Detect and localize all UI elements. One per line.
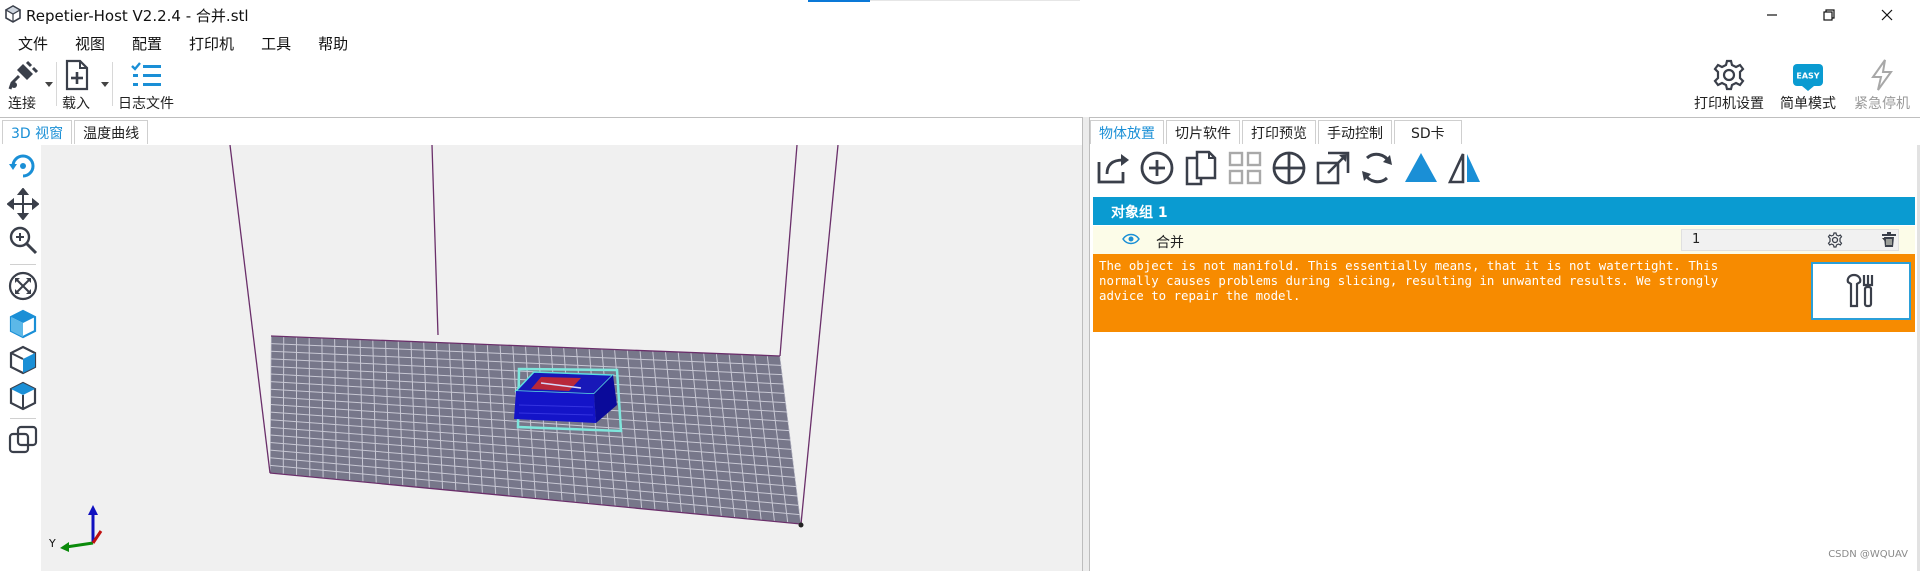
axis-gizmo: Y — [48, 505, 103, 552]
repair-model-button[interactable] — [1811, 262, 1911, 320]
restore-icon — [1823, 9, 1835, 21]
toolbar-divider — [0, 117, 1920, 118]
origin-marker — [798, 522, 804, 528]
lightning-icon — [1871, 59, 1893, 91]
iso-view-icon[interactable] — [7, 308, 39, 340]
toolbar-separator — [112, 62, 113, 106]
3d-viewport[interactable]: Y — [41, 145, 1082, 571]
app-logo-icon — [4, 5, 22, 23]
toolbar-separator — [56, 62, 57, 106]
watermark: CSDN @WQUAV — [1828, 549, 1908, 560]
eye-icon[interactable] — [1122, 232, 1140, 246]
printer-settings-button[interactable]: 打印机设置 — [1690, 56, 1768, 114]
tab-temperature-curve[interactable]: 温度曲线 — [74, 120, 149, 144]
left-tab-bar: 3D 视窗 温度曲线 — [2, 120, 150, 144]
right-tab-bar: 物体放置 切片软件 打印预览 手动控制 SD卡 — [1090, 120, 1464, 144]
easy-mode-label: 简单模式 — [1780, 96, 1836, 112]
mirror-object-icon[interactable] — [1447, 150, 1483, 186]
panel-splitter[interactable] — [1082, 117, 1090, 571]
add-object-icon[interactable] — [1139, 150, 1175, 186]
easy-mode-badge-icon: EASY — [1793, 64, 1823, 91]
log-button[interactable]: 日志文件 — [115, 56, 177, 114]
log-label: 日志文件 — [118, 96, 174, 112]
easy-mode-button[interactable]: EASY 简单模式 — [1775, 56, 1841, 114]
window-title: Repetier-Host V2.2.4 - 合并.stl — [26, 7, 249, 25]
copies-value: 1 — [1692, 232, 1701, 247]
land-object-icon[interactable] — [1403, 150, 1439, 186]
rotate-icon[interactable] — [7, 150, 39, 182]
menu-view[interactable]: 视图 — [58, 30, 115, 56]
emergency-stop-button[interactable]: 紧急停机 — [1850, 56, 1914, 114]
title-accent-line — [808, 0, 870, 2]
minimize-button[interactable] — [1743, 0, 1801, 30]
close-icon — [1881, 9, 1893, 21]
parallel-projection-icon[interactable] — [7, 424, 39, 456]
printer-settings-label: 打印机设置 — [1694, 96, 1764, 112]
fit-view-icon[interactable] — [7, 270, 39, 302]
menu-file[interactable]: 文件 — [0, 30, 58, 56]
gear-icon — [1713, 59, 1745, 91]
object-group-header[interactable]: 对象组 1 — [1093, 197, 1915, 225]
close-button[interactable] — [1858, 0, 1916, 30]
object-copies-select[interactable]: 1 — [1681, 229, 1899, 251]
menu-config[interactable]: 配置 — [115, 30, 172, 56]
title-accent-line-grey — [870, 0, 1080, 1]
menu-bar: 文件 视图 配置 打印机 工具 帮助 — [0, 30, 358, 56]
object-settings-gear-icon[interactable] — [1827, 232, 1843, 248]
maximize-button[interactable] — [1800, 0, 1858, 30]
menu-tools[interactable]: 工具 — [244, 30, 301, 56]
load-label: 载入 — [62, 96, 90, 112]
connect-dropdown-icon[interactable] — [45, 82, 53, 88]
menu-printer[interactable]: 打印机 — [172, 30, 244, 56]
center-object-icon[interactable] — [1271, 150, 1307, 186]
axis-y-label: Y — [48, 537, 56, 550]
tool-separator — [10, 418, 36, 419]
move-icon[interactable] — [7, 188, 39, 220]
title-bar: Repetier-Host V2.2.4 - 合并.stl — [0, 0, 1920, 30]
trash-icon[interactable] — [1881, 231, 1897, 248]
repair-tools-icon — [1846, 273, 1874, 308]
export-icon[interactable] — [1095, 150, 1131, 186]
connect-button[interactable]: 连接 — [2, 56, 42, 114]
repetier-host-window: Repetier-Host V2.2.4 - 合并.stl 文件 视图 配置 打… — [0, 0, 1920, 571]
connect-label: 连接 — [8, 96, 36, 112]
tab-manual-control[interactable]: 手动控制 — [1318, 120, 1392, 144]
tool-separator — [10, 264, 36, 265]
tab-slicer[interactable]: 切片软件 — [1166, 120, 1240, 144]
main-toolbar: 连接 载入 日志文件 打印机设置 EASY 简单模式 紧急停机 — [0, 56, 1920, 116]
view-tool-strip — [2, 148, 40, 571]
3d-scene: Y — [48, 145, 839, 552]
load-dropdown-icon[interactable] — [101, 82, 109, 88]
emergency-stop-label: 紧急停机 — [1854, 96, 1910, 112]
easy-badge-text: EASY — [1796, 72, 1819, 81]
log-list-icon — [131, 62, 161, 86]
load-button[interactable]: 载入 — [58, 56, 94, 114]
menu-help[interactable]: 帮助 — [301, 30, 358, 56]
scale-object-icon[interactable] — [1315, 150, 1351, 186]
object-row[interactable]: 合并 1 — [1093, 226, 1915, 254]
non-manifold-warning: The object is not manifold. This essenti… — [1093, 254, 1915, 332]
plug-icon — [8, 60, 39, 90]
zoom-icon[interactable] — [7, 224, 39, 256]
tab-object-placement[interactable]: 物体放置 — [1090, 120, 1164, 144]
autoposition-icon[interactable] — [1227, 150, 1263, 186]
tab-print-preview[interactable]: 打印预览 — [1242, 120, 1316, 144]
object-name: 合并 — [1156, 235, 1184, 251]
warning-text: The object is not manifold. This essenti… — [1099, 258, 1719, 303]
rotate-object-icon[interactable] — [1359, 150, 1395, 186]
front-view-icon[interactable] — [7, 344, 39, 376]
copy-object-icon[interactable] — [1183, 150, 1219, 186]
tab-sd-card[interactable]: SD卡 — [1394, 120, 1462, 144]
tab-3d-view[interactable]: 3D 视窗 — [2, 120, 73, 144]
minimize-icon — [1767, 14, 1777, 16]
load-file-icon — [65, 59, 89, 91]
top-view-icon[interactable] — [7, 380, 39, 412]
